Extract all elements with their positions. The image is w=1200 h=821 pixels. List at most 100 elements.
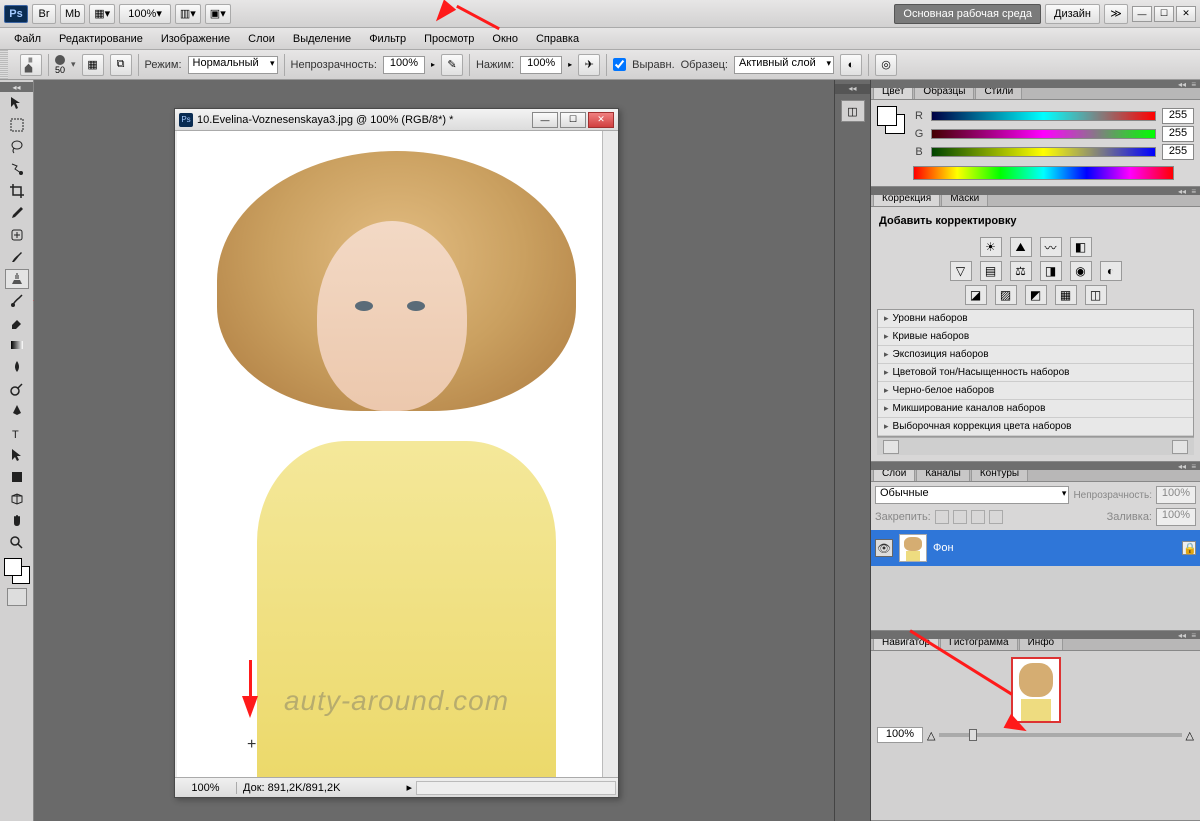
threshold-icon[interactable]: ◩ <box>1025 285 1047 305</box>
preset-row[interactable]: Кривые наборов <box>878 328 1193 346</box>
channel-mixer-icon[interactable]: ◐ <box>1100 261 1122 281</box>
menu-help[interactable]: Справка <box>528 31 587 47</box>
preset-row[interactable]: Черно-белое наборов <box>878 382 1193 400</box>
lock-position-icon[interactable] <box>971 510 985 524</box>
navigator-proxy-view[interactable] <box>1011 657 1061 723</box>
flow-input[interactable]: 100% <box>520 56 562 74</box>
workspace-design-button[interactable]: Дизайн <box>1045 4 1100 24</box>
eyedropper-tool[interactable] <box>5 203 29 223</box>
aligned-checkbox[interactable] <box>613 58 626 71</box>
layer-opacity-input[interactable]: 100% <box>1156 486 1196 504</box>
brightness-contrast-icon[interactable]: ☀ <box>980 237 1002 257</box>
expand-view-icon[interactable] <box>883 440 899 454</box>
exposure-icon[interactable]: ◧ <box>1070 237 1092 257</box>
tablet-pressure-size-toggle[interactable]: ◎ <box>875 54 897 76</box>
menu-file[interactable]: Файл <box>6 31 49 47</box>
color-balance-icon[interactable]: ⚖ <box>1010 261 1032 281</box>
collapsed-panel-icon[interactable]: ◫ <box>841 100 865 122</box>
g-value[interactable]: 255 <box>1162 126 1194 142</box>
minimize-button[interactable]: — <box>1132 6 1152 22</box>
opacity-pressure-toggle[interactable]: ✎ <box>441 54 463 76</box>
black-white-icon[interactable]: ◨ <box>1040 261 1062 281</box>
layer-lock-icon[interactable]: 🔒 <box>1182 541 1196 555</box>
blur-tool[interactable] <box>5 357 29 377</box>
tools-panel-grip[interactable]: ◂◂ <box>0 82 33 92</box>
sample-select[interactable]: Активный слой <box>734 56 834 74</box>
document-close-button[interactable]: ✕ <box>588 112 614 128</box>
3d-tool[interactable] <box>5 489 29 509</box>
r-slider[interactable] <box>931 111 1156 121</box>
marquee-tool[interactable] <box>5 115 29 135</box>
foreground-color-swatch[interactable] <box>4 558 22 576</box>
ignore-adjustment-toggle[interactable]: ◐ <box>840 54 862 76</box>
path-selection-tool[interactable] <box>5 445 29 465</box>
crop-tool[interactable] <box>5 181 29 201</box>
zoom-level-dropdown[interactable]: 100% ▾ <box>119 4 171 24</box>
arrange-documents-button[interactable]: ▥▾ <box>175 4 201 24</box>
layers-empty-area[interactable] <box>871 566 1200 630</box>
zoom-tool[interactable] <box>5 533 29 553</box>
launch-minibridge-button[interactable]: Mb <box>60 4 85 24</box>
options-bar-grip[interactable] <box>0 50 8 79</box>
document-canvas[interactable]: auty-around.com <box>177 131 616 777</box>
lock-image-icon[interactable] <box>953 510 967 524</box>
pen-tool[interactable] <box>5 401 29 421</box>
workspace-more-button[interactable]: ≫ <box>1104 4 1128 24</box>
shape-tool[interactable] <box>5 467 29 487</box>
layer-visibility-icon[interactable]: 👁 <box>875 539 893 557</box>
move-tool[interactable] <box>5 93 29 113</box>
color-swatches[interactable] <box>4 558 30 584</box>
lasso-tool[interactable] <box>5 137 29 157</box>
b-slider[interactable] <box>931 147 1156 157</box>
quick-selection-tool[interactable] <box>5 159 29 179</box>
layer-row[interactable]: 👁 Фон 🔒 <box>871 530 1200 566</box>
tool-preset-picker[interactable] <box>20 54 42 76</box>
maximize-button[interactable]: ☐ <box>1154 6 1174 22</box>
menu-select[interactable]: Выделение <box>285 31 359 47</box>
document-maximize-button[interactable]: ☐ <box>560 112 586 128</box>
type-tool[interactable]: T <box>5 423 29 443</box>
menu-window[interactable]: Окно <box>484 31 526 47</box>
invert-icon[interactable]: ◪ <box>965 285 987 305</box>
preset-row[interactable]: Цветовой тон/Насыщенность наборов <box>878 364 1193 382</box>
quick-mask-toggle[interactable] <box>7 588 27 606</box>
brush-panel-toggle[interactable]: ▦ <box>82 54 104 76</box>
r-value[interactable]: 255 <box>1162 108 1194 124</box>
document-titlebar[interactable]: Ps 10.Evelina-Voznesenskaya3.jpg @ 100% … <box>175 109 618 131</box>
history-brush-tool[interactable] <box>5 291 29 311</box>
menu-filter[interactable]: Фильтр <box>361 31 414 47</box>
menu-view[interactable]: Просмотр <box>416 31 482 47</box>
document-vertical-scrollbar[interactable] <box>602 131 618 777</box>
opacity-input[interactable]: 100% <box>383 56 425 74</box>
hand-tool[interactable] <box>5 511 29 531</box>
selective-color-icon[interactable]: ◫ <box>1085 285 1107 305</box>
airbrush-toggle[interactable]: ✈ <box>578 54 600 76</box>
panel-dock-grip[interactable]: ◂◂ <box>835 84 870 94</box>
brush-tool[interactable] <box>5 247 29 267</box>
blend-mode-select[interactable]: Нормальный <box>188 56 278 74</box>
eraser-tool[interactable] <box>5 313 29 333</box>
hue-sat-icon[interactable]: ▤ <box>980 261 1002 281</box>
vibrance-icon[interactable]: ▽ <box>950 261 972 281</box>
layer-blend-mode-select[interactable]: Обычные <box>875 486 1069 504</box>
color-panel-grip[interactable]: ≡ <box>871 80 1200 88</box>
dodge-tool[interactable] <box>5 379 29 399</box>
fill-input[interactable]: 100% <box>1156 508 1196 526</box>
document-zoom-field[interactable]: 100% <box>175 782 237 794</box>
preset-row[interactable]: Уровни наборов <box>878 310 1193 328</box>
layers-panel-grip[interactable]: ≡ <box>871 462 1200 470</box>
lock-transparent-icon[interactable] <box>935 510 949 524</box>
g-slider[interactable] <box>931 129 1156 139</box>
clone-stamp-tool[interactable] <box>5 269 29 289</box>
gradient-map-icon[interactable]: ▦ <box>1055 285 1077 305</box>
color-panel-swatches[interactable] <box>877 106 905 134</box>
clone-source-toggle[interactable]: ⧉ <box>110 54 132 76</box>
clip-to-layer-icon[interactable] <box>1172 440 1188 454</box>
navigator-zoom-field[interactable]: 100% <box>877 727 923 743</box>
document-horizontal-scrollbar[interactable] <box>416 781 616 795</box>
layer-thumbnail[interactable] <box>899 534 927 562</box>
preset-row[interactable]: Выборочная коррекция цвета наборов <box>878 418 1193 436</box>
launch-bridge-button[interactable]: Br <box>32 4 56 24</box>
view-extras-button[interactable]: ▦▾ <box>89 4 115 24</box>
lock-all-icon[interactable] <box>989 510 1003 524</box>
